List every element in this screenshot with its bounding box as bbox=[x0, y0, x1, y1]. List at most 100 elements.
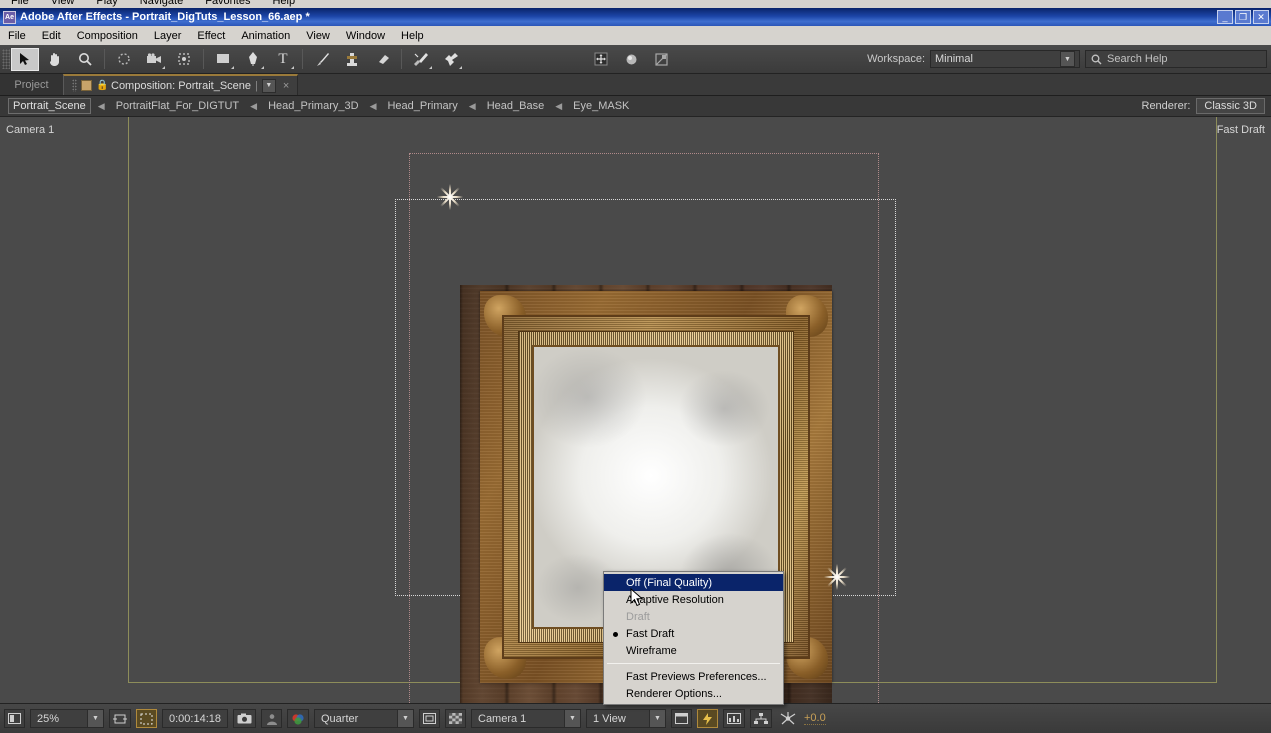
menu-item-view[interactable]: View bbox=[298, 28, 338, 44]
menu-item-animation[interactable]: Animation bbox=[233, 28, 298, 44]
renderer-label: Renderer: bbox=[1141, 100, 1191, 112]
tab-composition-label: Composition: Portrait_Scene bbox=[111, 79, 252, 92]
region-of-interest-icon[interactable] bbox=[136, 709, 157, 728]
window-title: Adobe After Effects - Portrait_DigTuts_L… bbox=[20, 11, 310, 23]
mask-icon[interactable] bbox=[647, 48, 675, 71]
show-channel-icon[interactable] bbox=[287, 709, 309, 728]
menu-item-window[interactable]: Window bbox=[338, 28, 393, 44]
breadcrumb-item-0[interactable]: Portrait_Scene bbox=[8, 98, 91, 114]
zoom-level-dropdown[interactable]: 25% ▼ bbox=[30, 709, 104, 728]
chevron-down-icon[interactable]: ▼ bbox=[1060, 51, 1075, 67]
background-app-menubar: File View Play Navigate Favorites Help bbox=[0, 0, 1271, 8]
show-snapshot-icon[interactable] bbox=[261, 709, 282, 728]
exposure-value[interactable]: +0.0 bbox=[804, 712, 826, 725]
menu-option-fast-previews-preferences[interactable]: Fast Previews Preferences... bbox=[604, 668, 783, 685]
menu-option-wireframe[interactable]: Wireframe bbox=[604, 642, 783, 659]
minimize-button[interactable]: _ bbox=[1217, 10, 1233, 24]
rotation-tool[interactable] bbox=[110, 48, 138, 71]
breadcrumb-item-3[interactable]: Head_Primary bbox=[383, 99, 461, 113]
chevron-down-icon[interactable]: ▼ bbox=[397, 710, 413, 727]
lock-icon[interactable]: 🔒 bbox=[96, 80, 108, 92]
breadcrumb-item-1[interactable]: PortraitFlat_For_DIGTUT bbox=[112, 99, 243, 113]
restore-button[interactable]: ❐ bbox=[1235, 10, 1251, 24]
chevron-down-icon[interactable]: ▼ bbox=[649, 710, 665, 727]
eraser-tool[interactable] bbox=[368, 48, 396, 71]
breadcrumb-divider-icon: ◀ bbox=[250, 100, 258, 111]
exposure-icon[interactable] bbox=[777, 709, 799, 728]
active-camera-dropdown[interactable]: Camera 1 ▼ bbox=[471, 709, 581, 728]
bg-menu-item-help: Help bbox=[272, 0, 296, 7]
tab-grip[interactable] bbox=[72, 79, 77, 92]
toolbar-grip[interactable] bbox=[2, 49, 10, 69]
resolution-dropdown[interactable]: Quarter ▼ bbox=[314, 709, 414, 728]
hand-tool[interactable] bbox=[41, 48, 69, 71]
tab-project[interactable]: Project bbox=[0, 74, 63, 95]
tab-composition-portrait-scene[interactable]: 🔒 Composition: Portrait_Scene | ▼ × bbox=[63, 74, 299, 95]
menu-item-help[interactable]: Help bbox=[393, 28, 432, 44]
fast-previews-icon[interactable] bbox=[697, 709, 718, 728]
camera-snapshot-icon[interactable] bbox=[233, 709, 256, 728]
menu-option-renderer-options[interactable]: Renderer Options... bbox=[604, 685, 783, 702]
menu-item-file[interactable]: File bbox=[0, 28, 34, 44]
toolbar-separator bbox=[104, 49, 105, 69]
sphere-icon[interactable] bbox=[617, 48, 645, 71]
resolution-value: Quarter bbox=[321, 712, 359, 725]
toolbar-separator bbox=[401, 49, 402, 69]
menu-item-composition[interactable]: Composition bbox=[69, 28, 146, 44]
menu-option-off-final-quality[interactable]: Off (Final Quality) bbox=[604, 574, 783, 591]
fit-comp-icon[interactable] bbox=[109, 709, 131, 728]
light-layer-marker-2[interactable] bbox=[824, 564, 850, 590]
move-axis-icon[interactable] bbox=[587, 48, 615, 71]
search-icon bbox=[1091, 54, 1102, 64]
bg-menu-item-file: File bbox=[11, 0, 29, 7]
camera-tool-flyout-arrow[interactable] bbox=[162, 65, 165, 69]
shape-tool-flyout-arrow[interactable] bbox=[231, 65, 234, 69]
camera-tool[interactable] bbox=[140, 48, 168, 71]
clone-stamp-tool[interactable] bbox=[338, 48, 366, 71]
puppet-pin-tool[interactable] bbox=[437, 48, 465, 71]
type-tool-flyout-arrow[interactable] bbox=[291, 65, 294, 69]
workspace-dropdown[interactable]: Minimal ▼ bbox=[930, 50, 1080, 68]
view-layout-dropdown[interactable]: 1 View ▼ bbox=[586, 709, 666, 728]
menu-item-effect[interactable]: Effect bbox=[189, 28, 233, 44]
menu-item-edit[interactable]: Edit bbox=[34, 28, 69, 44]
viewport-quality-label: Fast Draft bbox=[1216, 124, 1265, 136]
pen-tool-flyout-arrow[interactable] bbox=[261, 65, 264, 69]
pan-behind-tool[interactable] bbox=[170, 48, 198, 71]
pixel-aspect-correction-icon[interactable] bbox=[671, 709, 692, 728]
zoom-tool[interactable] bbox=[71, 48, 99, 71]
renderer-button[interactable]: Classic 3D bbox=[1196, 98, 1265, 114]
menu-option-draft: Draft bbox=[604, 608, 783, 625]
selection-tool[interactable] bbox=[11, 47, 39, 71]
menu-option-label: Adaptive Resolution bbox=[626, 593, 724, 606]
menu-option-label: Fast Draft bbox=[626, 627, 675, 640]
brush-tool[interactable] bbox=[308, 48, 336, 71]
pen-tool[interactable] bbox=[239, 48, 267, 71]
timeline-icon[interactable] bbox=[723, 709, 745, 728]
title-action-safe-icon[interactable] bbox=[419, 709, 440, 728]
panel-menu-icon[interactable]: ▼ bbox=[261, 78, 276, 93]
breadcrumb-item-5[interactable]: Eye_MASK bbox=[569, 99, 633, 113]
fast-previews-context-menu[interactable]: Off (Final Quality) Adaptive Resolution … bbox=[603, 571, 784, 705]
comp-flowchart-icon[interactable] bbox=[750, 709, 772, 728]
current-timecode[interactable]: 0:00:14:18 bbox=[162, 709, 228, 728]
shape-tool[interactable] bbox=[209, 48, 237, 71]
roto-brush-tool[interactable] bbox=[407, 48, 435, 71]
breadcrumb-item-2[interactable]: Head_Primary_3D bbox=[264, 99, 362, 113]
search-help-input[interactable]: Search Help bbox=[1085, 50, 1267, 68]
menu-option-fast-draft[interactable]: Fast Draft bbox=[604, 625, 783, 642]
menu-option-adaptive-resolution[interactable]: Adaptive Resolution bbox=[604, 591, 783, 608]
menu-item-layer[interactable]: Layer bbox=[146, 28, 190, 44]
workspace-area: Workspace: Minimal ▼ Search Help bbox=[867, 50, 1267, 68]
light-layer-marker-1[interactable] bbox=[437, 184, 463, 210]
roto-brush-flyout-arrow[interactable] bbox=[429, 65, 432, 69]
close-button[interactable]: ✕ bbox=[1253, 10, 1269, 24]
puppet-pin-flyout-arrow[interactable] bbox=[459, 65, 462, 69]
tab-close-icon[interactable]: × bbox=[283, 80, 289, 92]
chevron-down-icon[interactable]: ▼ bbox=[564, 710, 580, 727]
chevron-down-icon[interactable]: ▼ bbox=[87, 710, 103, 727]
breadcrumb-item-4[interactable]: Head_Base bbox=[483, 99, 549, 113]
always-preview-icon[interactable] bbox=[4, 709, 25, 728]
type-tool[interactable]: T bbox=[269, 48, 297, 71]
transparency-grid-icon[interactable] bbox=[445, 709, 466, 728]
